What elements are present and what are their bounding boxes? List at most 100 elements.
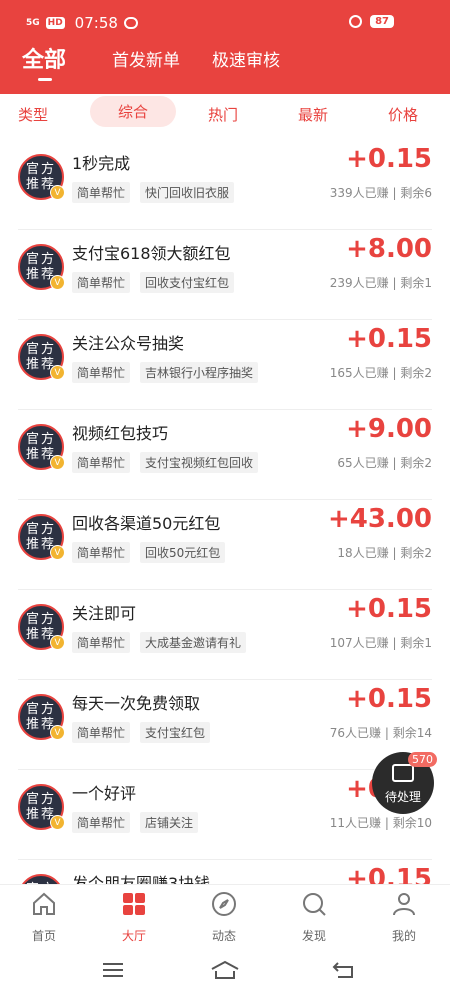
pending-label: 待处理 <box>384 790 421 804</box>
task-stats: 239人已赚 | 剩余1 <box>329 276 432 290</box>
official-avatar: 官方推荐V <box>18 424 65 470</box>
task-tag: 简单帮忙 <box>72 632 131 653</box>
task-row[interactable]: 官方 推荐 V 关注即可 +0.15 简单帮忙 大成基金邀请有礼 107人已赚 | 剩余1 <box>0 590 450 680</box>
task-stats: 76人已赚 | 剩余14 <box>329 726 432 740</box>
filter-bar: 类型 综合 热门 最新 价格 <box>0 94 450 140</box>
tab-label: 大厅 <box>121 929 146 943</box>
task-title: 支付宝618领大额红包 <box>72 244 231 263</box>
bottom-tabbar: 首页 大厅 动态 发现 我的 <box>0 884 450 946</box>
avatar-text: 官方 <box>25 522 56 537</box>
wechat-icon <box>123 17 138 29</box>
app-header: 5G HD 07:58 87 全部 首发新单 极速审核 <box>0 0 450 94</box>
task-tag: 大成基金邀请有礼 <box>140 632 247 653</box>
task-tag: 支付宝红包 <box>140 722 211 743</box>
search-icon <box>303 893 326 916</box>
task-stats: 65人已赚 | 剩余2 <box>337 456 432 470</box>
task-title: 关注公众号抽奖 <box>72 334 185 353</box>
task-reward: +9.00 <box>346 414 432 444</box>
task-row[interactable]: 官方推荐V 发个朋友圈赚3块钱 +0.15 <box>0 860 450 884</box>
tab-hall[interactable]: 大厅 <box>104 891 164 944</box>
task-row[interactable]: 官方 推荐 V 关注公众号抽奖 +0.15 简单帮忙 吉林银行小程序抽奖 165人已赚 | 剩… <box>0 320 450 410</box>
filter-price[interactable]: 价格 <box>388 104 418 125</box>
task-tags: 简单帮忙 吉林银行小程序抽奖 <box>72 362 259 383</box>
task-row[interactable]: 官方 推荐 V 回收各渠道50元红包 +43.00 简单帮忙 回收50元红包 18人已赚 | … <box>0 500 450 590</box>
signal-indicator: 5G <box>26 17 40 28</box>
task-tags: 简单帮忙 支付宝红包 <box>72 722 211 743</box>
task-tag: 简单帮忙 <box>72 272 131 293</box>
task-tag: 店铺关注 <box>140 812 199 833</box>
official-avatar: 官方推荐V <box>18 514 65 560</box>
filter-hot[interactable]: 热门 <box>208 104 238 125</box>
task-reward: +0.15 <box>346 864 432 884</box>
task-reward: +0.15 <box>346 594 432 624</box>
filter-latest[interactable]: 最新 <box>298 104 328 125</box>
pending-count-badge: 570 <box>408 752 437 767</box>
official-avatar: 官方推荐V <box>18 244 65 290</box>
tab-label: 发现 <box>301 929 326 943</box>
verified-badge: V <box>50 815 65 830</box>
tab-all[interactable]: 全部 <box>22 42 66 74</box>
tab-discover[interactable]: 发现 <box>284 891 344 944</box>
official-avatar: 官方推荐V <box>18 604 65 650</box>
active-tab-indicator <box>38 78 52 81</box>
task-reward: +43.00 <box>327 504 432 534</box>
tab-new-orders[interactable]: 首发新单 <box>112 46 180 71</box>
task-title: 发个朋友圈赚3块钱 <box>72 874 211 884</box>
tab-home[interactable]: 首页 <box>14 891 74 944</box>
task-row[interactable]: 官方 推荐 V 每天一次免费领取 +0.15 简单帮忙 支付宝红包 76人已赚 | 剩余14 <box>0 680 450 770</box>
task-tag: 回收支付宝红包 <box>140 272 235 293</box>
battery-indicator: 87 <box>370 15 394 28</box>
task-row[interactable]: 官方 推荐 V 支付宝618领大额红包 +8.00 简单帮忙 回收支付宝红包 239人已赚 |… <box>0 230 450 320</box>
filter-type[interactable]: 类型 <box>18 104 48 125</box>
task-tag: 简单帮忙 <box>72 722 131 743</box>
clock: 07:58 <box>74 14 118 32</box>
system-nav-bar <box>0 946 450 1000</box>
task-tag: 简单帮忙 <box>72 182 131 203</box>
task-reward: +0.15 <box>346 684 432 714</box>
tab-activity[interactable]: 动态 <box>194 891 254 944</box>
top-nav: 全部 首发新单 极速审核 <box>0 40 450 94</box>
verified-badge: V <box>50 545 65 560</box>
back-icon[interactable] <box>332 960 354 980</box>
task-tag: 支付宝视频红包回收 <box>140 452 259 473</box>
task-tag: 吉林银行小程序抽奖 <box>140 362 259 383</box>
verified-badge: V <box>50 635 65 650</box>
task-reward: +0.15 <box>346 144 432 174</box>
menu-icon[interactable] <box>102 960 124 980</box>
avatar-text: 官方 <box>25 792 56 807</box>
tab-mine[interactable]: 我的 <box>374 891 434 944</box>
task-stats: 18人已赚 | 剩余2 <box>337 546 432 560</box>
task-row[interactable]: 官方 推荐 V 视频红包技巧 +9.00 简单帮忙 支付宝视频红包回收 65人已赚 | 剩余2 <box>0 410 450 500</box>
compass-icon <box>212 892 236 916</box>
task-stats: 339人已赚 | 剩余6 <box>329 186 432 200</box>
home-nav-icon[interactable] <box>210 960 240 980</box>
task-title: 回收各渠道50元红包 <box>72 514 221 533</box>
task-tags: 简单帮忙 回收50元红包 <box>72 542 226 563</box>
task-tag: 简单帮忙 <box>72 812 131 833</box>
task-row[interactable]: 官方 推荐 V 1秒完成 +0.15 简单帮忙 快门回收旧衣服 339人已赚 | 剩余6 <box>0 140 450 230</box>
task-tag: 回收50元红包 <box>140 542 226 563</box>
task-tags: 简单帮忙 支付宝视频红包回收 <box>72 452 259 473</box>
official-avatar: 官方推荐V <box>18 334 65 380</box>
task-tag: 简单帮忙 <box>72 362 131 383</box>
task-tags: 简单帮忙 店铺关注 <box>72 812 199 833</box>
tab-label: 动态 <box>211 929 236 943</box>
task-tags: 简单帮忙 大成基金邀请有礼 <box>72 632 247 653</box>
task-stats: 107人已赚 | 剩余1 <box>329 636 432 650</box>
task-title: 一个好评 <box>72 784 137 803</box>
filter-comprehensive[interactable]: 综合 <box>90 96 177 127</box>
task-tag: 快门回收旧衣服 <box>140 182 235 203</box>
task-title: 每天一次免费领取 <box>72 694 201 713</box>
task-title: 1秒完成 <box>72 154 131 173</box>
pending-icon <box>392 764 414 782</box>
tab-fast-review[interactable]: 极速审核 <box>212 46 280 71</box>
official-avatar: 官方推荐V <box>18 874 64 884</box>
avatar-text: 官方 <box>25 432 56 447</box>
task-stats: 11人已赚 | 剩余10 <box>329 816 432 830</box>
official-avatar: 官方推荐V <box>18 784 65 830</box>
avatar-text: 官方 <box>25 162 56 177</box>
official-avatar: 官方推荐V <box>18 154 65 200</box>
avatar-text: 官方 <box>25 702 56 717</box>
task-reward: +0.15 <box>346 324 432 354</box>
home-icon <box>33 892 55 915</box>
